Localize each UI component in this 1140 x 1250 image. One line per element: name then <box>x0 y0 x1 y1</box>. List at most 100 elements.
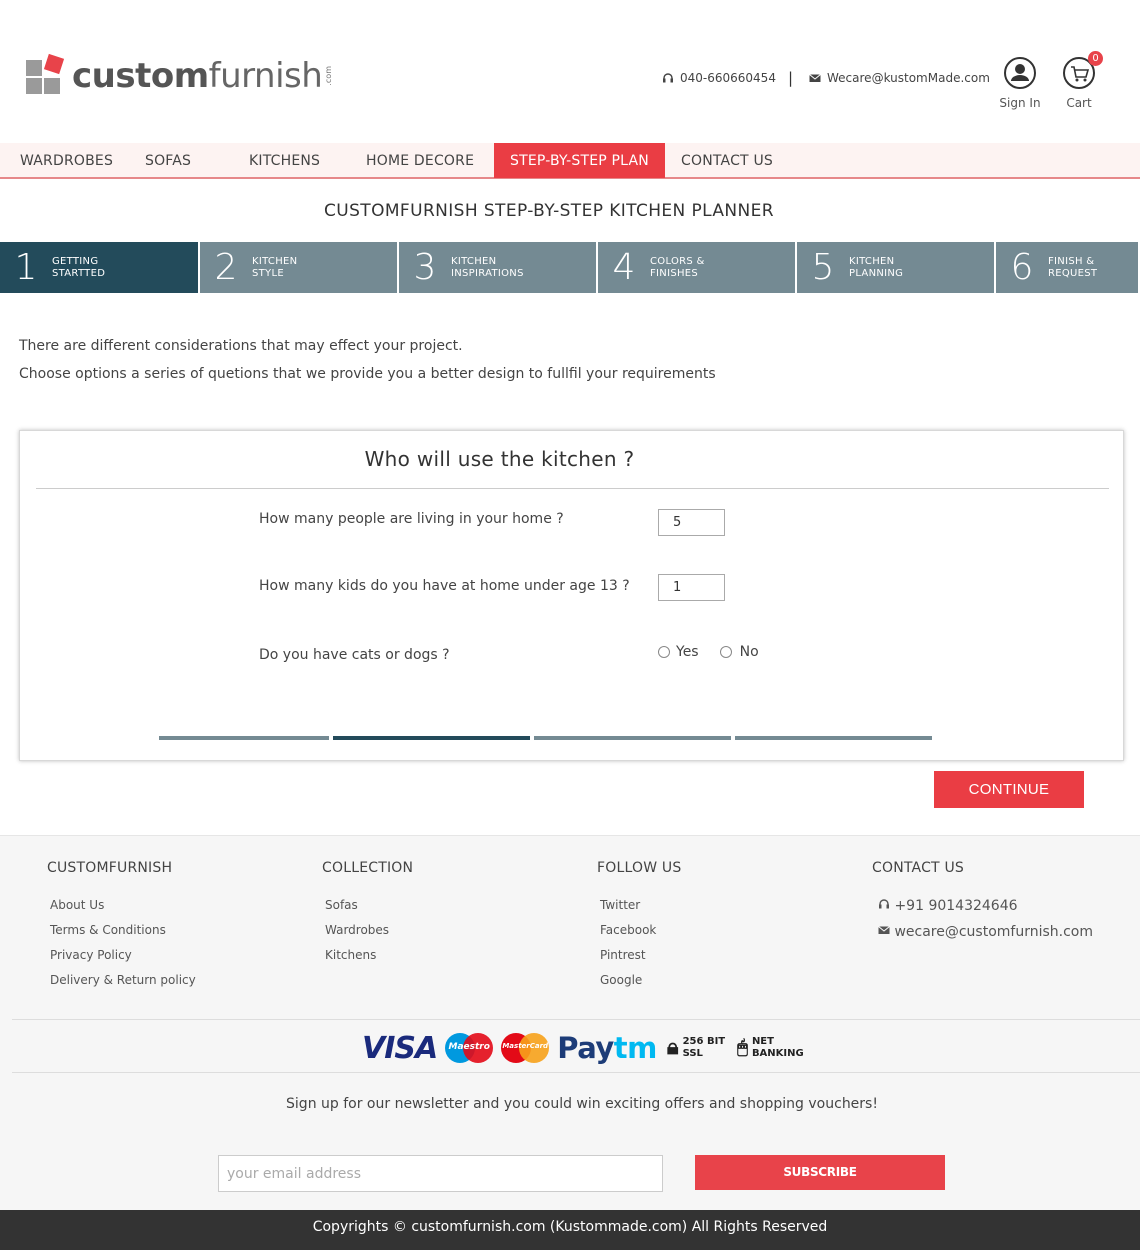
people-count-input[interactable]: 5 <box>658 509 725 536</box>
step-number: 1 <box>14 247 38 288</box>
progress-segment[interactable] <box>735 736 932 740</box>
kids-count-input[interactable]: 1 <box>658 574 725 601</box>
nav-wardrobes[interactable]: WARDROBES <box>20 143 113 178</box>
footer-link[interactable]: Privacy Policy <box>50 948 196 973</box>
footer-email[interactable]: wecare@customfurnish.com <box>878 924 1093 950</box>
page-title: CUSTOMFURNISH STEP-BY-STEP KITCHEN PLANN… <box>323 201 774 221</box>
footer-heading: FOLLOW US <box>597 860 682 876</box>
maestro-logo: Maestro <box>445 1033 494 1063</box>
step-label: GETTING STARTTED <box>52 255 106 279</box>
visa-logo: VISA <box>362 1030 438 1066</box>
footer-link-pintrest[interactable]: Pintrest <box>600 948 681 973</box>
net-banking-badge: 🖱︎ NET BANKING <box>737 1036 804 1059</box>
mouse-icon: 🖱︎ <box>737 1037 748 1058</box>
sign-in-button[interactable]: Sign In <box>990 57 1050 110</box>
nav-sofas[interactable]: SOFAS <box>145 143 191 178</box>
copyright-bar: Copyrights © customfurnish.com (Kustomma… <box>0 1210 1140 1250</box>
step-tab-6[interactable]: 6 FINISH & REQUEST <box>996 242 1138 293</box>
intro-text-2: Choose options a series of quetions that… <box>19 366 716 382</box>
question-pets-label: Do you have cats or dogs ? <box>259 647 450 663</box>
step-label: KITCHEN INSPIRATIONS <box>451 255 524 279</box>
cart-count-badge: 0 <box>1088 51 1103 66</box>
ssl-badge: 🔒︎ 256 BIT SSL <box>666 1035 726 1060</box>
divider <box>12 1019 1140 1020</box>
cart-label: Cart <box>1066 96 1092 110</box>
newsletter-email-input[interactable]: your email address <box>218 1155 663 1192</box>
paytm-logo: Paytm <box>557 1031 657 1065</box>
question-people-label: How many people are living in your home … <box>259 511 564 527</box>
sign-in-label: Sign In <box>999 96 1041 110</box>
step-number: 3 <box>413 247 437 288</box>
footer-col-follow: FOLLOW US Twitter Facebook Pintrest Goog… <box>597 860 681 998</box>
step-label: COLORS & FINISHES <box>650 255 705 279</box>
step-label: KITCHEN STYLE <box>252 255 298 279</box>
step-number: 5 <box>811 247 835 288</box>
logo-mark-icon <box>26 53 66 96</box>
step-number: 4 <box>612 247 636 288</box>
step-label: KITCHEN PLANNING <box>849 255 904 279</box>
step-tab-5[interactable]: 5 KITCHEN PLANNING <box>797 242 994 293</box>
question-progress <box>159 736 932 740</box>
headset-icon <box>879 899 889 909</box>
lock-icon: 🔒︎ <box>666 1035 679 1060</box>
step-tab-1[interactable]: 1 GETTING STARTTED <box>0 242 198 293</box>
page: customfurnish .com 040-660660454 | Wecar… <box>0 0 1140 1250</box>
intro-text-1: There are different considerations that … <box>19 338 463 354</box>
footer-col-contact: CONTACT US +91 9014324646 wecare@customf… <box>872 860 1093 950</box>
footer-link[interactable]: Sofas <box>325 898 413 923</box>
footer-link-google[interactable]: Google <box>600 973 681 998</box>
footer-link[interactable]: Terms & Conditions <box>50 923 196 948</box>
nav-kitchens[interactable]: KITCHENS <box>249 143 320 178</box>
progress-segment[interactable] <box>159 736 329 740</box>
logo-wordmark: customfurnish <box>72 56 323 96</box>
pets-radio-group: Yes No <box>658 644 759 660</box>
nav-home-decore[interactable]: HOME DECORE <box>366 143 474 178</box>
subscribe-button[interactable]: SUBSCRIBE <box>695 1155 945 1190</box>
footer-heading: CUSTOMFURNISH <box>47 860 173 876</box>
footer: CUSTOMFURNISH About Us Terms & Condition… <box>0 835 1140 1210</box>
question-card: Who will use the kitchen ? How many peop… <box>19 430 1124 761</box>
cart-icon: 0 <box>1063 51 1103 89</box>
footer-col-collection: COLLECTION Sofas Wardrobes Kitchens <box>322 860 413 973</box>
divider <box>36 488 1109 489</box>
cart-button[interactable]: 0 Cart <box>1049 51 1109 110</box>
footer-link[interactable]: About Us <box>50 898 196 923</box>
footer-link-twitter[interactable]: Twitter <box>600 898 681 923</box>
footer-link[interactable]: Wardrobes <box>325 923 413 948</box>
mail-icon <box>809 74 821 82</box>
step-number: 6 <box>1010 247 1034 288</box>
headset-icon <box>663 73 673 83</box>
nav-contact-us[interactable]: CONTACT US <box>681 143 773 178</box>
footer-heading: COLLECTION <box>322 860 414 876</box>
footer-phone[interactable]: +91 9014324646 <box>878 898 1093 924</box>
step-tab-4[interactable]: 4 COLORS & FINISHES <box>598 242 795 293</box>
pets-no-label: No <box>739 644 759 660</box>
footer-heading: CONTACT US <box>872 860 964 876</box>
step-number: 2 <box>214 247 238 288</box>
site-logo[interactable]: customfurnish .com <box>26 53 334 98</box>
footer-link-facebook[interactable]: Facebook <box>600 923 681 948</box>
header-email[interactable]: Wecare@kustomMade.com <box>827 71 990 85</box>
user-icon <box>1004 57 1036 89</box>
continue-button[interactable]: CONTINUE <box>934 771 1084 808</box>
header-phone[interactable]: 040-660660454 <box>680 71 776 85</box>
progress-segment-active[interactable] <box>333 736 530 740</box>
step-tab-3[interactable]: 3 KITCHEN INSPIRATIONS <box>399 242 596 293</box>
footer-link[interactable]: Delivery & Return policy <box>50 973 196 998</box>
pets-yes-radio[interactable] <box>658 646 670 658</box>
payment-logos: VISA Maestro MasterCard Paytm 🔒︎ 256 BIT… <box>362 1030 816 1066</box>
pets-no-radio[interactable] <box>719 646 732 658</box>
question-kids-label: How many kids do you have at home under … <box>259 578 630 594</box>
step-tabs: 1 GETTING STARTTED 2 KITCHEN STYLE 3 KITCH… <box>0 242 1140 293</box>
progress-segment[interactable] <box>534 736 731 740</box>
divider: | <box>787 69 794 87</box>
pets-yes-label: Yes <box>676 644 699 660</box>
divider <box>12 1072 1140 1073</box>
step-tab-2[interactable]: 2 KITCHEN STYLE <box>200 242 397 293</box>
nav-step-by-step-plan[interactable]: STEP-BY-STEP PLAN <box>494 143 665 178</box>
newsletter-text: Sign up for our newsletter and you could… <box>286 1096 878 1112</box>
step-label: FINISH & REQUEST <box>1048 255 1098 279</box>
mail-icon <box>878 926 890 934</box>
logo-suffix: .com <box>324 66 334 86</box>
footer-link[interactable]: Kitchens <box>325 948 413 973</box>
